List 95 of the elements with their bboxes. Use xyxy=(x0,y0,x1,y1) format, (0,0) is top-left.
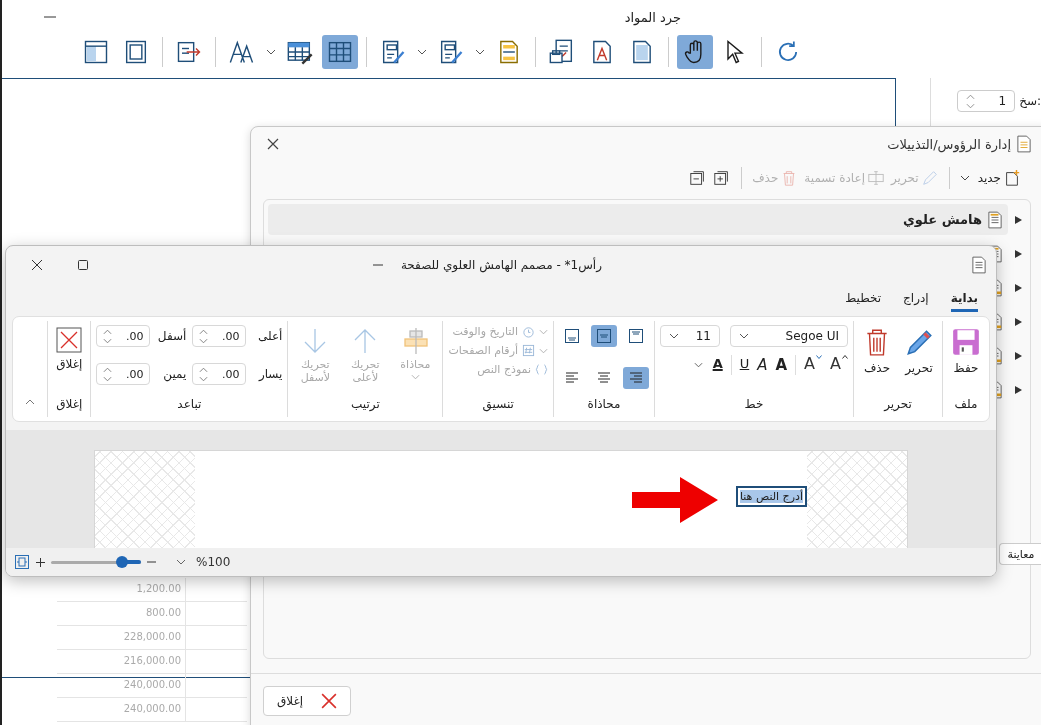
new-icon xyxy=(1003,169,1021,187)
pencil-icon xyxy=(904,327,934,357)
save-button[interactable]: حفظ xyxy=(948,325,984,377)
spacing-spinner[interactable]: .00 xyxy=(192,363,247,385)
collapse-icon[interactable] xyxy=(25,399,36,405)
ribbon-tab[interactable]: تخطيط xyxy=(845,286,882,312)
group-label: تنسيق xyxy=(482,397,514,414)
align-bottom-icon xyxy=(564,328,580,344)
fit-page-icon[interactable] xyxy=(14,554,30,570)
align-top-icon xyxy=(628,328,644,344)
color-button[interactable]: A xyxy=(712,353,723,377)
table-cell: 1,200.00 xyxy=(57,578,186,601)
expand-arrow-icon[interactable] xyxy=(1014,317,1022,326)
rename-icon xyxy=(866,169,885,187)
spacing-spinner[interactable]: .00 xyxy=(96,363,151,385)
align-left-icon xyxy=(564,370,580,386)
copies-spinner[interactable]: 1 xyxy=(957,90,1016,112)
chevron-up-icon xyxy=(842,355,848,359)
copies-label: سخ: xyxy=(1019,94,1041,108)
spacing-label: أعلى xyxy=(256,329,283,343)
align-middle-icon xyxy=(596,328,612,344)
expand-arrow-icon[interactable] xyxy=(1014,249,1022,258)
close-button[interactable]: إغلاق xyxy=(53,325,86,373)
group-label: تباعد xyxy=(177,397,202,413)
bold-button[interactable]: A xyxy=(775,353,788,377)
group-label: ملف xyxy=(954,397,978,413)
group-label: تحرير xyxy=(884,397,912,413)
header-document-icon xyxy=(988,210,1002,229)
spacing-label: يسار xyxy=(257,367,283,381)
table-cell: 228,000.00 xyxy=(57,626,186,649)
font-dropdown[interactable]: Segoe UI xyxy=(730,325,848,347)
hash-icon xyxy=(522,344,535,357)
align-middle-button[interactable] xyxy=(591,325,617,347)
zoom-in-icon[interactable] xyxy=(36,557,45,567)
close-icon xyxy=(56,327,83,353)
expand-arrow-icon[interactable] xyxy=(1014,283,1022,292)
caret-icon[interactable] xyxy=(475,49,485,55)
expand-arrow-icon[interactable] xyxy=(1014,385,1022,394)
maximize-icon[interactable] xyxy=(77,259,89,271)
close-icon[interactable] xyxy=(31,259,43,271)
document-icon xyxy=(972,256,986,274)
window-title: رأس1* - مصمم الهامش العلوي للصفحة xyxy=(400,258,602,272)
ribbon-tab[interactable]: بداية xyxy=(950,286,978,312)
align-right-icon xyxy=(628,370,644,386)
text-box[interactable]: أدرج النص هنا xyxy=(735,486,807,507)
spacing-spinner[interactable]: .00 xyxy=(192,325,247,347)
close-icon xyxy=(321,693,338,709)
font-size-dropdown[interactable]: 11 xyxy=(660,325,720,347)
caret-icon[interactable] xyxy=(176,559,186,565)
zoom-level: %100 xyxy=(196,555,231,569)
clock-icon xyxy=(522,325,535,338)
underline-button[interactable]: U xyxy=(739,353,750,377)
table-cell: 240,000.00 xyxy=(57,674,186,697)
document-icon xyxy=(1017,135,1031,153)
group-label: خط xyxy=(744,397,764,413)
group-label: ترتيب xyxy=(351,397,380,413)
caret-icon xyxy=(669,333,679,339)
chevron-down-icon xyxy=(816,355,823,359)
slider-thumb[interactable] xyxy=(116,555,129,568)
delete-button[interactable]: حذف xyxy=(859,325,895,377)
tree-item[interactable]: هامش علوي xyxy=(268,204,1008,235)
panel-icon xyxy=(82,38,110,66)
close-icon[interactable] xyxy=(267,138,279,150)
ribbon-tab[interactable]: إدراج xyxy=(903,286,929,312)
spacing-label: يمين xyxy=(162,367,187,381)
font-icon xyxy=(228,38,256,66)
caret-icon[interactable] xyxy=(417,49,427,55)
group-label: إغلاق xyxy=(56,397,83,413)
spacing-label: أسفل xyxy=(156,329,187,343)
align-right-button[interactable] xyxy=(623,367,649,389)
edit-button[interactable]: تحرير xyxy=(901,325,937,377)
window-title: جرد المواد xyxy=(624,9,681,25)
shrink-button[interactable]: A xyxy=(804,353,823,377)
spacing-spinner[interactable]: .00 xyxy=(96,325,151,347)
expand-arrow-icon[interactable] xyxy=(1014,351,1022,360)
edit-icon xyxy=(920,169,939,187)
expand-arrow-icon[interactable] xyxy=(1014,215,1022,224)
caret-icon[interactable] xyxy=(959,175,970,181)
window-title: إدارة الرؤوس/التذييلات xyxy=(887,136,1011,152)
caret-icon xyxy=(739,333,749,339)
align-center-icon xyxy=(596,370,612,386)
align-objects-icon xyxy=(401,327,430,355)
table-cell: 240,000.00 xyxy=(57,698,186,721)
new-button[interactable]: جديد xyxy=(977,166,1021,190)
caret-icon[interactable] xyxy=(266,49,276,55)
preview-button[interactable]: معاينة xyxy=(999,543,1041,565)
arrow-icon xyxy=(631,477,718,523)
close-button[interactable]: إغلاق xyxy=(263,686,351,716)
braces-icon xyxy=(535,363,548,376)
italic-button[interactable]: A xyxy=(757,353,768,377)
grow-button[interactable]: A xyxy=(830,353,848,377)
group-label: محاذاة xyxy=(587,397,621,413)
table-cell: 800.00 xyxy=(57,602,186,625)
table-cell: 216,000.00 xyxy=(57,650,186,673)
toolbar-button[interactable] xyxy=(677,35,713,69)
